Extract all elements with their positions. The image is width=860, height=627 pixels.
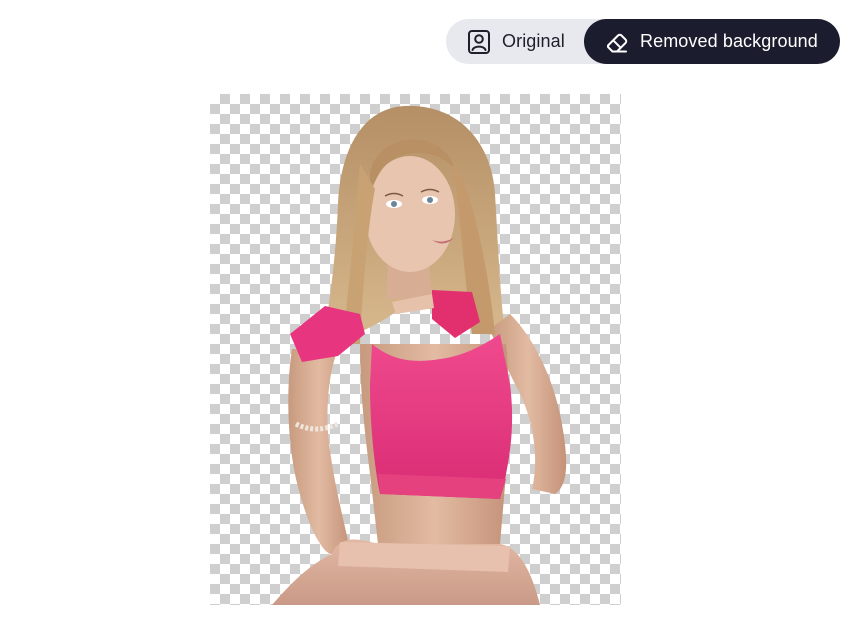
original-view-label: Original [502, 31, 565, 51]
result-image-preview [210, 94, 621, 605]
app-root: Original Removed background [0, 0, 860, 627]
eraser-icon [604, 29, 630, 55]
removed-background-view-button[interactable]: Removed background [584, 19, 840, 64]
original-view-button[interactable]: Original [446, 19, 584, 64]
removed-background-view-label: Removed background [640, 31, 818, 51]
view-toggle: Original Removed background [446, 19, 840, 64]
cutout-subject-image [272, 105, 567, 605]
portrait-icon [466, 29, 492, 55]
